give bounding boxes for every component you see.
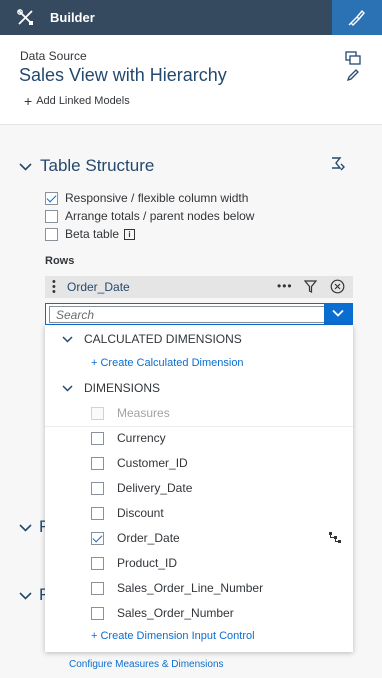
beta-table-option[interactable]: Beta table i [45,227,136,241]
data-source-name: Sales View with Hierarchy [19,65,227,85]
info-icon[interactable]: i [124,228,136,240]
item-label: Delivery_Date [117,481,193,495]
swap-axis-icon[interactable] [330,156,346,172]
chevron-down-icon[interactable] [19,521,32,534]
more-options-icon[interactable]: ••• [277,279,293,293]
search-input[interactable] [49,306,325,323]
calculated-dimensions-group[interactable]: CALCULATED DIMENSIONS [61,332,242,346]
dimension-item-sales-order-number[interactable]: Sales_Order_Number [91,606,234,620]
chevron-down-icon [62,384,73,392]
group-label: DIMENSIONS [84,381,161,395]
checkbox[interactable] [91,581,104,595]
checkbox[interactable] [91,606,104,620]
add-linked-models-button[interactable]: + Add Linked Models [24,92,130,109]
drag-handle-icon[interactable]: • • • [52,277,56,298]
styling-tab[interactable] [332,0,382,35]
create-calculated-dimension-link[interactable]: + Create Calculated Dimension [91,357,244,369]
checkbox[interactable] [45,191,58,205]
checkbox[interactable] [91,556,104,570]
remove-icon[interactable] [330,279,345,294]
option-label: Responsive / flexible column width [65,191,249,205]
section-title: Table Structure [40,156,155,175]
checkbox [91,406,104,420]
checkbox[interactable] [45,227,58,241]
paint-brush-icon [348,9,365,26]
configure-measures-dimensions-link[interactable]: Configure Measures & Dimensions [69,659,224,670]
add-linked-models-label: Add Linked Models [36,95,130,107]
item-label: Measures [117,406,170,420]
dimension-item-delivery-date[interactable]: Delivery_Date [91,481,192,495]
dimension-item-order-date[interactable]: Order_Date [91,531,180,545]
arrange-totals-option[interactable]: Arrange totals / parent nodes below [45,209,254,223]
checkbox[interactable] [91,506,104,520]
dimension-item-customer-id[interactable]: Customer_ID [91,456,188,470]
filter-icon[interactable] [304,280,317,293]
chevron-down-icon [62,335,73,343]
dimension-name[interactable]: Order_Date [67,280,130,294]
dimensions-group[interactable]: DIMENSIONS [61,381,160,395]
group-label: CALCULATED DIMENSIONS [84,332,242,346]
option-label: Arrange totals / parent nodes below [65,209,255,223]
dimension-item-sales-order-line-number[interactable]: Sales_Order_Line_Number [91,581,263,595]
checkbox[interactable] [91,431,104,445]
row-dimension-token[interactable]: • • • Order_Date ••• [45,276,353,298]
dimension-item-product-id[interactable]: Product_ID [91,556,177,570]
item-label: Sales_Order_Line_Number [117,581,264,595]
rows-label: Rows [45,255,75,267]
checkbox[interactable] [91,481,104,495]
dimension-search [45,303,353,325]
dimension-item-measures: Measures [91,406,170,420]
copy-icon[interactable] [345,51,361,65]
dimension-item-currency[interactable]: Currency [91,431,166,445]
table-structure-header[interactable]: Table Structure [19,156,154,176]
item-label: Order_Date [117,531,180,545]
data-source-label: Data Source [20,49,87,63]
create-dimension-input-control-link[interactable]: + Create Dimension Input Control [91,630,255,642]
hierarchy-icon[interactable] [328,531,342,544]
chevron-down-icon [19,162,32,171]
option-label: Beta table [65,227,120,241]
dimension-dropdown: CALCULATED DIMENSIONS + Create Calculate… [45,325,353,652]
checkbox[interactable] [91,531,104,545]
item-label: Product_ID [117,556,178,570]
item-label: Customer_ID [117,456,188,470]
responsive-column-option[interactable]: Responsive / flexible column width [45,191,248,205]
dimension-item-discount[interactable]: Discount [91,506,164,520]
item-label: Sales_Order_Number [117,606,234,620]
chevron-down-icon[interactable] [19,589,32,602]
builder-header: Builder [0,0,382,35]
checkbox[interactable] [91,456,104,470]
separator [45,426,353,427]
item-label: Discount [117,506,164,520]
edit-icon[interactable] [346,68,360,82]
data-source-panel: Data Source Sales View with Hierarchy + … [0,35,382,125]
builder-title: Builder [50,10,95,25]
chevron-down-icon [332,309,344,317]
dropdown-toggle-button[interactable] [324,304,352,324]
item-label: Currency [117,431,166,445]
tools-icon[interactable] [17,9,34,26]
checkbox[interactable] [45,209,58,223]
add-icon: + [24,92,33,109]
